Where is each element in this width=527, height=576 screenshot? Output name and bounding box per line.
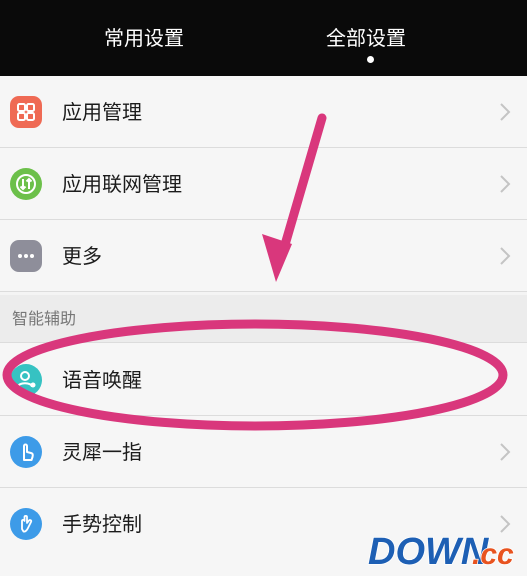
- settings-item-label: 灵犀一指: [62, 440, 142, 464]
- settings-item-label: 更多: [62, 244, 102, 268]
- settings-item-app-management[interactable]: 应用管理: [0, 76, 527, 148]
- network-management-icon: [10, 168, 42, 200]
- chevron-right-icon: [500, 103, 511, 121]
- settings-item-more[interactable]: 更多: [0, 220, 527, 292]
- hand-gesture-icon: [10, 508, 42, 540]
- chevron-right-icon: [500, 175, 511, 193]
- settings-item-network-management[interactable]: 应用联网管理: [0, 148, 527, 220]
- finger-gesture-icon: [10, 436, 42, 468]
- section-header-smart-assist: 智能辅助: [0, 295, 527, 343]
- down-cc-watermark-logo: DOWN .cc: [368, 530, 515, 570]
- tab-common-settings[interactable]: 常用设置: [104, 22, 184, 54]
- chevron-right-icon: [500, 443, 511, 461]
- settings-item-label: 应用联网管理: [62, 172, 182, 196]
- more-icon: [10, 240, 42, 272]
- app-management-icon: [10, 96, 42, 128]
- svg-text:.cc: .cc: [472, 538, 514, 570]
- settings-item-label: 应用管理: [62, 100, 142, 124]
- settings-tab-bar: 常用设置 全部设置: [0, 0, 527, 76]
- settings-item-label: 语音唤醒: [62, 368, 142, 392]
- selected-tab-indicator: [367, 56, 374, 63]
- section-title: 智能辅助: [12, 309, 77, 328]
- settings-screen: 常用设置 全部设置 应用管理 应用联网管理 更多 智能辅助 语音唤醒 灵犀一指 …: [0, 0, 527, 576]
- settings-item-voice-wake[interactable]: 语音唤醒: [0, 343, 527, 416]
- settings-item-finger-gesture[interactable]: 灵犀一指: [0, 416, 527, 488]
- settings-item-label: 手势控制: [62, 512, 142, 536]
- voice-wake-icon: [10, 364, 42, 396]
- chevron-right-icon: [500, 247, 511, 265]
- tab-all-settings[interactable]: 全部设置: [326, 22, 406, 54]
